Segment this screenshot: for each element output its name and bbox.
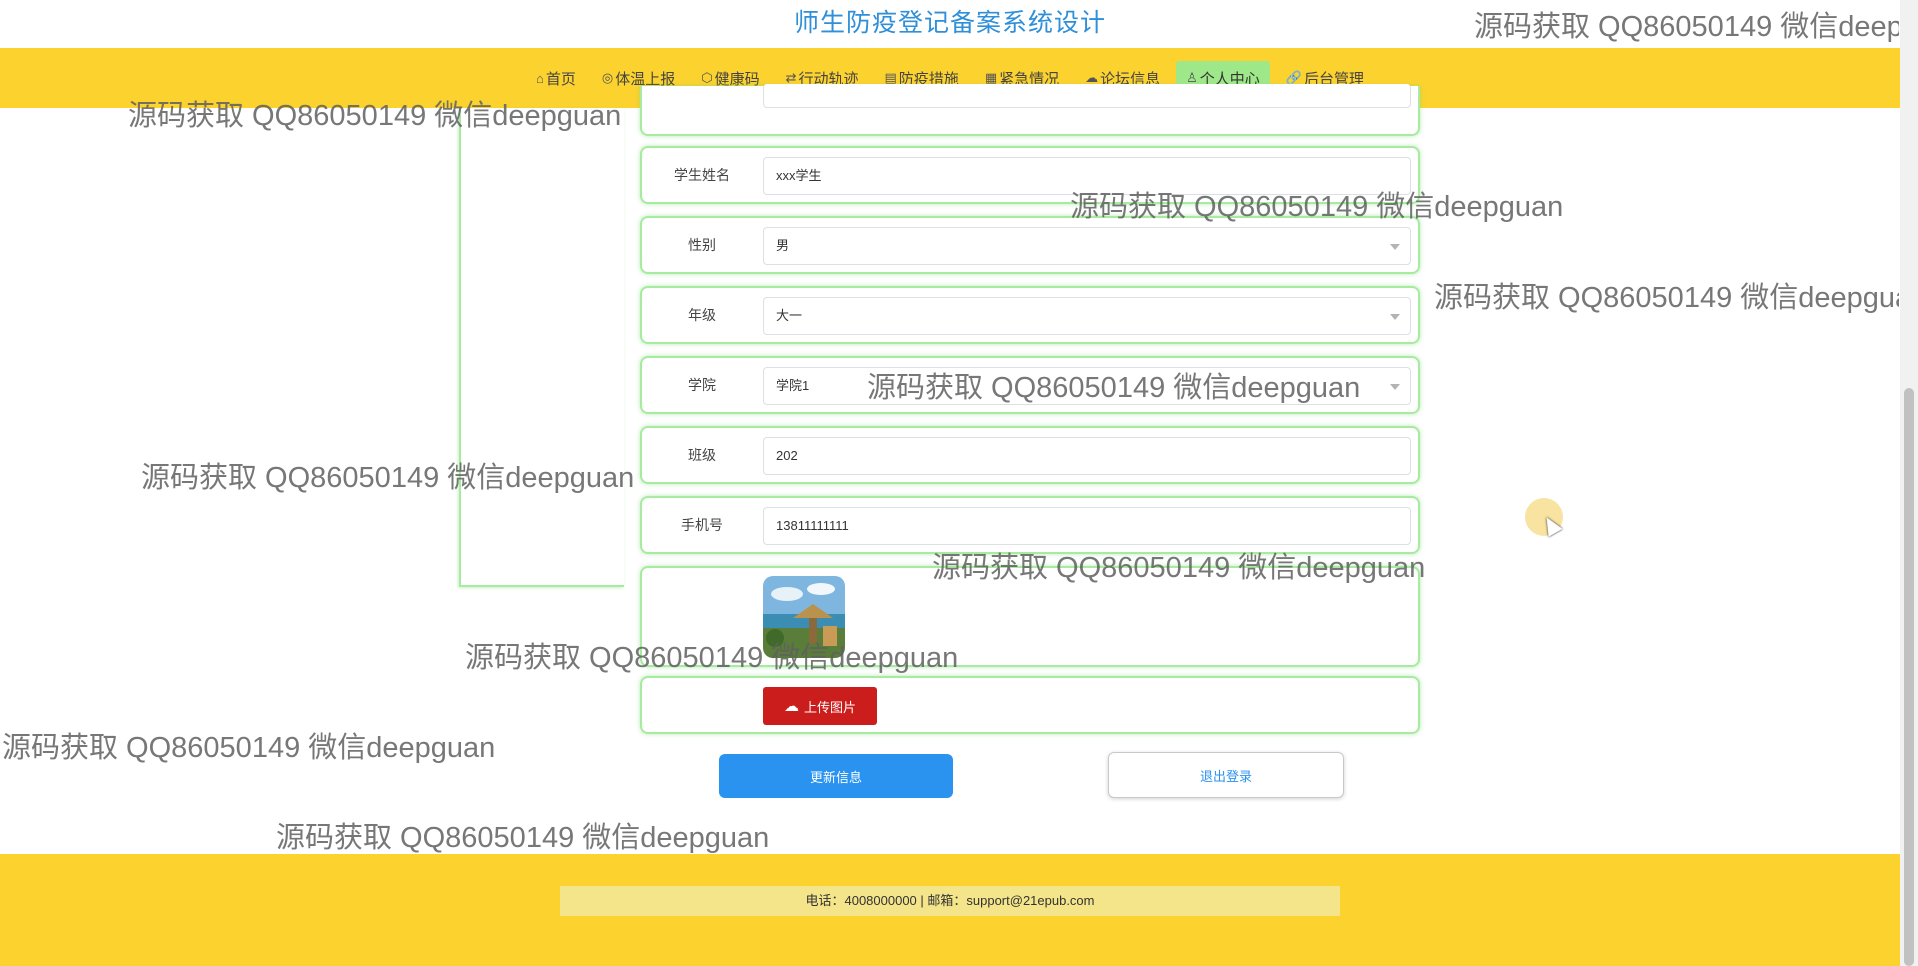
grade-label: 年级 (688, 307, 716, 323)
row-label (642, 78, 762, 108)
form-row-college: 学院 学院1 (640, 356, 1420, 414)
scrollbar-thumb[interactable] (1904, 388, 1914, 966)
college-label: 学院 (688, 377, 716, 393)
home-icon: ⌂ (535, 70, 544, 86)
student-name-input[interactable]: xxx学生 (763, 157, 1411, 195)
form-row-student-name: 学生姓名 xxx学生 (640, 146, 1420, 204)
gender-label: 性别 (688, 237, 716, 253)
watermark-text: 源码获取 QQ86050149 微信deepguan (1434, 282, 1899, 314)
footer: 电话：4008000000 | 邮箱：support@21epub.com (0, 854, 1900, 966)
nav-item-home[interactable]: ⌂ 首页 (526, 61, 586, 95)
watermark-text: 源码获取 QQ86050149 微信deepguan (276, 822, 770, 854)
upload-label: 上传图片 (803, 699, 856, 715)
form-row-class: 班级 202 (640, 426, 1420, 484)
site-title: 师生防疫登记备案系统设计 (793, 9, 1106, 37)
footer-contact: 电话：4008000000 | 邮箱：support@21epub.com (560, 886, 1340, 916)
upload-image-button[interactable]: ☁ 上传图片 (763, 687, 877, 725)
form-row-gender: 性别 男 (640, 216, 1420, 274)
student-name-label: 学生姓名 (674, 167, 730, 183)
gender-select[interactable]: 男 (763, 227, 1411, 265)
page-scrollbar[interactable] (1900, 0, 1918, 966)
partial-field[interactable] (763, 84, 1411, 108)
form-row-partial (640, 84, 1420, 136)
thermometer-icon: ◎ (601, 70, 614, 85)
grade-select[interactable]: 大一 (763, 297, 1411, 335)
watermark-text: 源码获取 QQ86050149 微信deepguan (2, 732, 496, 764)
avatar-image (763, 576, 845, 658)
phone-label: 手机号 (681, 517, 723, 533)
phone-input[interactable]: 13811111111 (763, 507, 1411, 545)
form-row-phone: 手机号 13811111111 (640, 496, 1420, 554)
nav-label: 首页 (545, 70, 576, 88)
landscape-photo-icon (763, 576, 845, 658)
cloud-upload-icon: ☁ (783, 698, 799, 715)
update-info-button[interactable]: 更新信息 (719, 754, 953, 798)
form-row-grade: 年级 大一 (640, 286, 1420, 344)
form-row-upload: ☁ 上传图片 (640, 676, 1420, 734)
college-select[interactable]: 学院1 (763, 367, 1411, 405)
logout-button[interactable]: 退出登录 (1108, 752, 1344, 798)
class-label: 班级 (688, 447, 716, 463)
form-row-avatar (640, 566, 1420, 667)
profile-side-panel (459, 108, 624, 587)
class-input[interactable]: 202 (763, 437, 1411, 475)
